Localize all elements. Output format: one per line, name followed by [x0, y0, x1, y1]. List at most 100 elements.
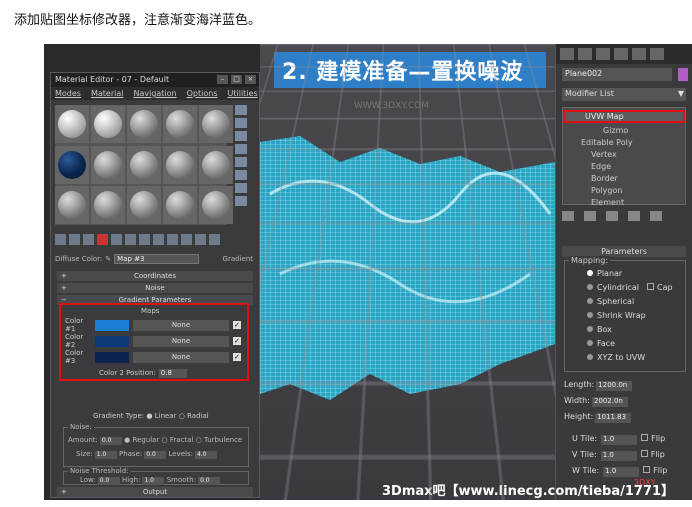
sample-slot[interactable]	[163, 186, 197, 225]
size-spinner[interactable]: 1.0	[94, 451, 117, 459]
display-tab-icon[interactable]	[632, 48, 646, 60]
put-to-library-icon[interactable]	[139, 234, 150, 245]
color-2-swatch[interactable]	[95, 335, 129, 347]
show-map-icon[interactable]	[167, 234, 178, 245]
color-1-checkbox[interactable]: ✓	[233, 321, 241, 329]
sample-slot[interactable]	[127, 186, 161, 225]
sample-slot[interactable]	[55, 186, 89, 225]
show-end-result-icon[interactable]	[584, 211, 596, 221]
radio-turbulence[interactable]: ○	[196, 436, 204, 444]
sample-slot[interactable]	[91, 145, 125, 184]
sample-type-icon[interactable]	[235, 105, 247, 115]
backlight-icon[interactable]	[235, 118, 247, 128]
radio-box[interactable]: Box	[587, 325, 612, 334]
object-color-swatch[interactable]	[678, 68, 688, 81]
high-spinner[interactable]: 1.0	[142, 477, 165, 485]
radio-spherical[interactable]: Spherical	[587, 297, 634, 306]
motion-tab-icon[interactable]	[614, 48, 628, 60]
close-icon[interactable]: ×	[245, 75, 256, 84]
object-name-field[interactable]: Plane002	[562, 68, 672, 81]
menu-navigation[interactable]: Navigation	[133, 89, 176, 98]
uv-tiling-icon[interactable]	[235, 144, 247, 154]
menu-utilities[interactable]: Utilities	[228, 89, 258, 98]
phase-spinner[interactable]: 0.0	[144, 451, 167, 459]
v-flip-checkbox[interactable]	[640, 450, 648, 457]
color-1-swatch[interactable]	[95, 319, 129, 331]
color-3-map-button[interactable]: None	[133, 351, 229, 363]
radio-shrink-wrap[interactable]: Shrink Wrap	[587, 311, 646, 320]
configure-sets-icon[interactable]	[650, 211, 662, 221]
stack-item-element[interactable]: Element	[591, 198, 624, 206]
sample-slot-selected[interactable]	[55, 145, 89, 184]
show-end-result-icon[interactable]	[181, 234, 192, 245]
pin-stack-icon[interactable]	[562, 211, 574, 221]
w-tile-spinner[interactable]: 1.0	[603, 467, 640, 477]
put-to-scene-icon[interactable]	[69, 234, 80, 245]
amount-spinner[interactable]: 0.0	[99, 437, 122, 445]
sample-slot[interactable]	[91, 105, 125, 143]
make-unique-icon[interactable]	[125, 234, 136, 245]
width-spinner[interactable]: 2002.0n	[591, 397, 628, 407]
radio-fractal[interactable]: ○	[162, 436, 170, 444]
sample-slot[interactable]	[163, 145, 197, 184]
options-icon[interactable]	[235, 183, 247, 193]
sample-slot[interactable]	[91, 186, 125, 225]
low-spinner[interactable]: 0.0	[97, 477, 120, 485]
color-1-map-button[interactable]: None	[133, 319, 229, 331]
v-tile-spinner[interactable]: 1.0	[600, 451, 637, 461]
stack-item-edge[interactable]: Edge	[591, 162, 611, 171]
color-2-checkbox[interactable]: ✓	[233, 337, 241, 345]
map-name-combo[interactable]: Map #3	[114, 254, 200, 264]
create-tab-icon[interactable]	[560, 48, 574, 60]
minimize-icon[interactable]: –	[217, 75, 228, 84]
make-preview-icon[interactable]	[235, 170, 247, 180]
color2-position-spinner[interactable]: 0.8	[158, 369, 187, 378]
assign-material-icon[interactable]	[83, 234, 94, 245]
viewport[interactable]	[260, 44, 555, 500]
radio-cylindrical[interactable]: Cylindrical	[587, 283, 639, 292]
eyedropper-icon[interactable]: ✎	[105, 255, 111, 263]
stack-item-vertex[interactable]: Vertex	[591, 150, 617, 159]
stack-item-uvw-map[interactable]: UVW Map	[563, 110, 685, 123]
go-forward-icon[interactable]	[209, 234, 220, 245]
menu-options[interactable]: Options	[187, 89, 218, 98]
radio-xyz-to-uvw[interactable]: XYZ to UVW	[587, 353, 645, 362]
radio-face[interactable]: Face	[587, 339, 615, 348]
remove-modifier-icon[interactable]	[628, 211, 640, 221]
stack-item-polygon[interactable]: Polygon	[591, 186, 622, 195]
menu-material[interactable]: Material	[91, 89, 124, 98]
radio-radial[interactable]: ○	[179, 412, 187, 420]
levels-spinner[interactable]: 4.0	[194, 451, 217, 459]
background-icon[interactable]	[235, 131, 247, 141]
maximize-icon[interactable]: □	[231, 75, 242, 84]
reset-map-icon[interactable]	[97, 234, 108, 245]
menu-modes[interactable]: Modes	[55, 89, 81, 98]
sample-slot[interactable]	[55, 105, 89, 143]
rollout-output[interactable]: + Output	[57, 487, 253, 497]
map-type-button[interactable]: Gradient	[223, 255, 257, 263]
radio-linear[interactable]: ●	[146, 412, 154, 420]
sample-slot[interactable]	[163, 105, 197, 143]
color-2-map-button[interactable]: None	[133, 335, 229, 347]
w-flip-checkbox[interactable]	[643, 466, 651, 473]
rollout-noise[interactable]: + Noise	[57, 283, 253, 293]
go-to-parent-icon[interactable]	[195, 234, 206, 245]
sample-slot[interactable]	[199, 186, 233, 225]
rollout-coordinates[interactable]: + Coordinates	[57, 271, 253, 281]
radio-planar[interactable]: Planar	[587, 269, 622, 278]
sample-slot[interactable]	[127, 145, 161, 184]
material-editor-titlebar[interactable]: Material Editor - 07 - Default – □ ×	[51, 73, 259, 87]
length-spinner[interactable]: 1200.0n	[596, 381, 633, 391]
material-id-icon[interactable]	[153, 234, 164, 245]
select-by-material-icon[interactable]	[235, 196, 247, 206]
get-material-icon[interactable]	[55, 234, 66, 245]
stack-item-border[interactable]: Border	[591, 174, 618, 183]
height-spinner[interactable]: 1011.83	[595, 413, 632, 423]
stack-item-editable-poly[interactable]: Editable Poly	[581, 138, 633, 147]
video-check-icon[interactable]	[235, 157, 247, 167]
sample-slot[interactable]	[127, 105, 161, 143]
sample-slot[interactable]	[199, 105, 233, 143]
sample-slot[interactable]	[199, 145, 233, 184]
u-flip-checkbox[interactable]	[641, 434, 649, 441]
make-unique-icon[interactable]	[606, 211, 618, 221]
